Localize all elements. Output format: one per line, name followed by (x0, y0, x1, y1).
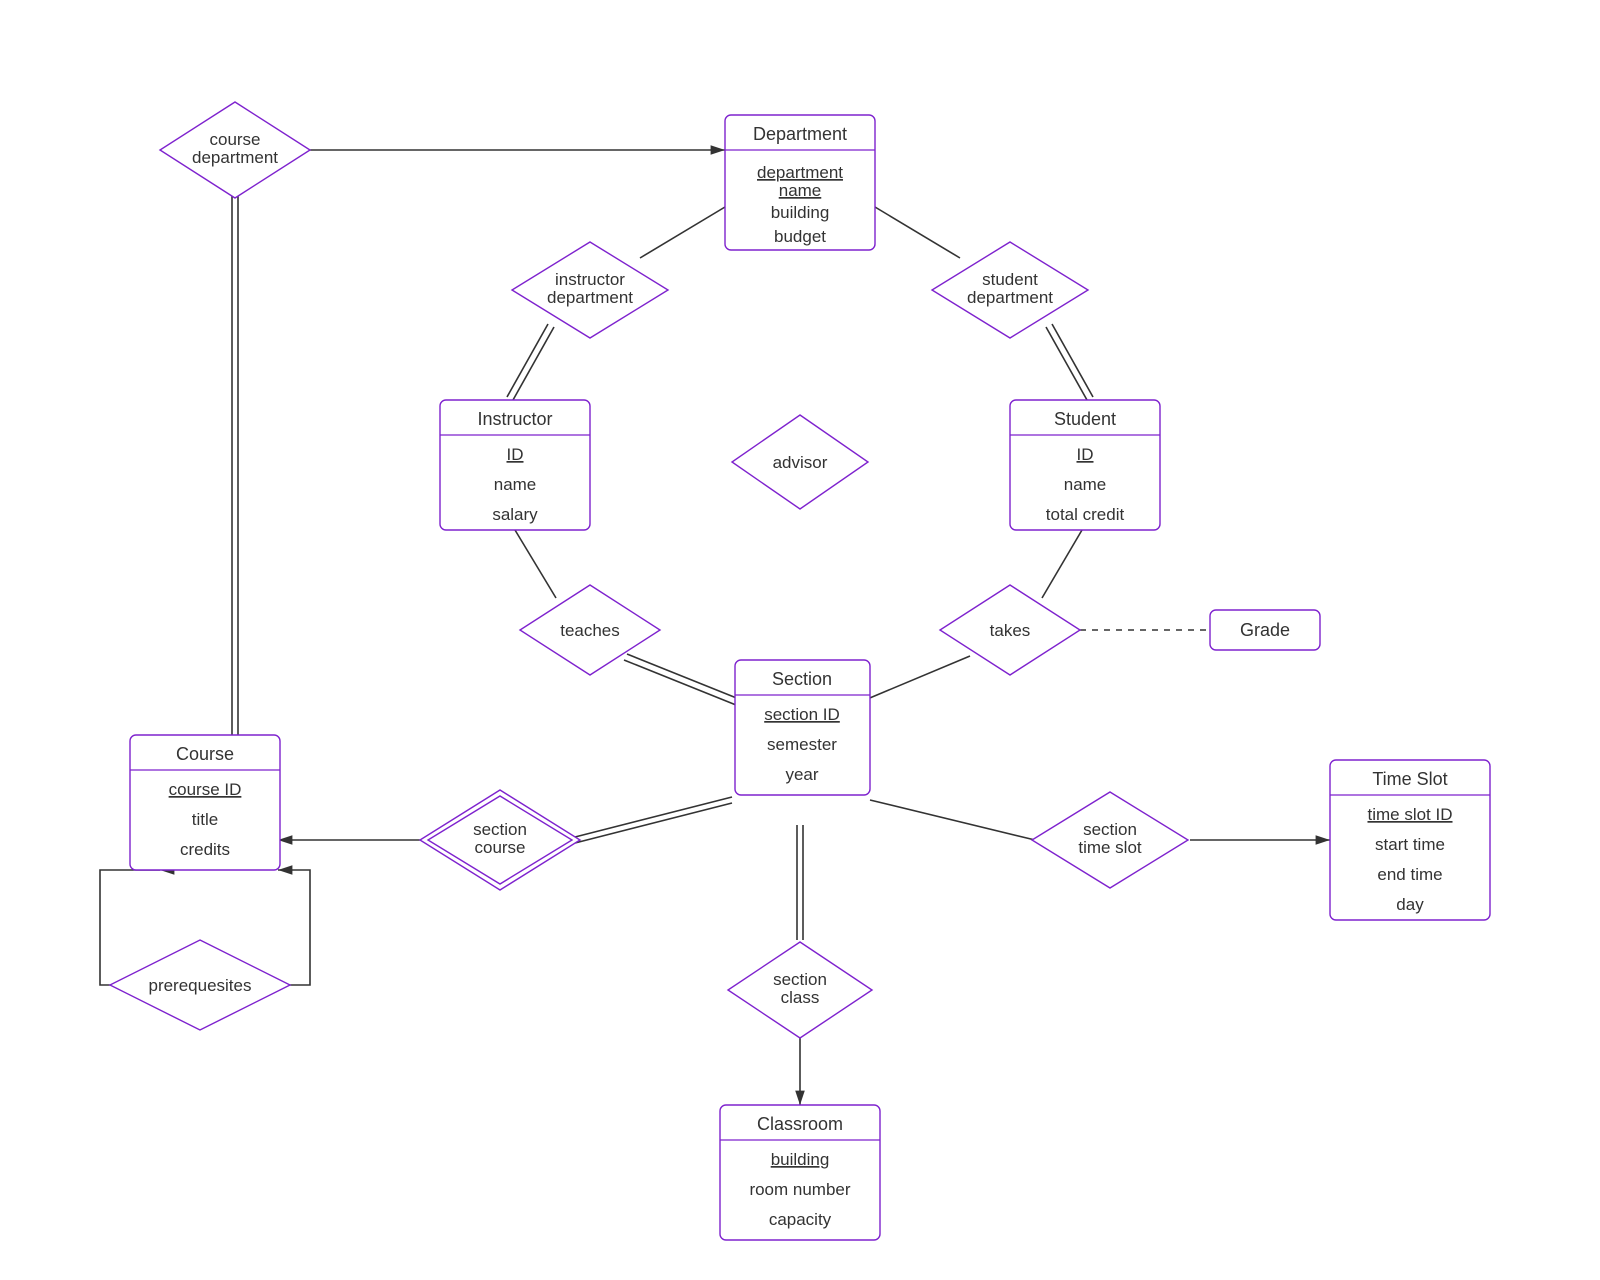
entity-timeslot-title: Time Slot (1372, 769, 1447, 789)
svg-text:section: section (1083, 820, 1137, 839)
entity-department-attr-2: budget (774, 227, 826, 246)
rel-course-department: course department (160, 102, 310, 198)
entity-timeslot-attr-1: start time (1375, 835, 1445, 854)
rel-prerequisites: prerequesites (110, 940, 290, 1030)
entity-classroom-title: Classroom (757, 1114, 843, 1134)
entity-instructor: Instructor ID name salary (440, 400, 590, 530)
entity-student: Student ID name total credit (1010, 400, 1160, 530)
entity-section-title: Section (772, 669, 832, 689)
edge-teaches-to-section-b (627, 654, 739, 699)
entity-instructor-title: Instructor (477, 409, 552, 429)
rel-section-timeslot: section time slot (1032, 792, 1188, 888)
svg-text:section: section (773, 970, 827, 989)
entity-student-attr-1: name (1064, 475, 1107, 494)
entity-department: Department departmentname building budge… (725, 115, 875, 250)
edge-takes-to-student (1042, 530, 1082, 598)
entity-department-attr-1: building (771, 203, 830, 222)
entity-course-attr-1: title (192, 810, 218, 829)
edge-teaches-to-instructor (515, 530, 556, 598)
entity-student-attr-2: total credit (1046, 505, 1125, 524)
edge-teaches-to-section-a (624, 660, 736, 705)
entity-course: Course course ID title credits (130, 735, 280, 870)
svg-text:department: department (967, 288, 1053, 307)
entity-timeslot: Time Slot time slot ID start time end ti… (1330, 760, 1490, 920)
entity-course-attr-0: course ID (169, 780, 242, 799)
svg-text:takes: takes (990, 621, 1031, 640)
svg-text:advisor: advisor (773, 453, 828, 472)
entity-course-attr-2: credits (180, 840, 230, 859)
rel-teaches: teaches (520, 585, 660, 675)
edge-takes-to-section (865, 656, 970, 700)
entity-section-attr-0: section ID (764, 705, 840, 724)
edge-seccourse-to-section-b (575, 803, 732, 843)
edge-seccourse-to-section-a (575, 797, 732, 837)
edge-studdept-to-student-b (1046, 327, 1087, 400)
rel-advisor: advisor (732, 415, 868, 509)
rel-takes: takes (940, 585, 1080, 675)
entity-course-title: Course (176, 744, 234, 764)
entity-classroom-attr-1: room number (749, 1180, 850, 1199)
svg-text:department: department (192, 148, 278, 167)
entity-instructor-attr-1: name (494, 475, 537, 494)
svg-text:course: course (209, 130, 260, 149)
svg-text:prerequesites: prerequesites (148, 976, 251, 995)
entity-grade-label: Grade (1240, 620, 1290, 640)
svg-text:instructor: instructor (555, 270, 625, 289)
entity-classroom-attr-2: capacity (769, 1210, 832, 1229)
rel-section-class: section class (728, 942, 872, 1038)
entity-section: Section section ID semester year (735, 660, 870, 795)
entity-instructor-attr-0: ID (507, 445, 524, 464)
entity-timeslot-attr-0: time slot ID (1367, 805, 1452, 824)
svg-text:time slot: time slot (1078, 838, 1142, 857)
edge-prereq-right (270, 870, 310, 985)
rel-student-department: student department (932, 242, 1088, 338)
edge-studdept-to-student-a (1052, 324, 1093, 397)
rel-instructor-department: instructor department (512, 242, 668, 338)
entity-timeslot-attr-3: day (1396, 895, 1424, 914)
svg-text:student: student (982, 270, 1038, 289)
svg-text:course: course (474, 838, 525, 857)
entity-timeslot-attr-2: end time (1377, 865, 1442, 884)
entity-student-title: Student (1054, 409, 1116, 429)
rel-section-course: section course (420, 790, 580, 890)
entity-grade: Grade (1210, 610, 1320, 650)
entity-classroom: Classroom building room number capacity (720, 1105, 880, 1240)
entity-student-attr-0: ID (1077, 445, 1094, 464)
svg-text:teaches: teaches (560, 621, 620, 640)
entity-section-attr-1: semester (767, 735, 837, 754)
svg-text:department: department (547, 288, 633, 307)
edge-instrdept-to-instructor-b (513, 327, 554, 400)
entity-classroom-attr-0: building (771, 1150, 830, 1169)
entity-department-title: Department (753, 124, 847, 144)
svg-text:section: section (473, 820, 527, 839)
edge-sectimeslot-to-section (870, 800, 1035, 840)
svg-text:class: class (781, 988, 820, 1007)
entity-section-attr-2: year (785, 765, 818, 784)
edge-instrdept-to-instructor-a (507, 324, 548, 397)
entity-instructor-attr-2: salary (492, 505, 538, 524)
